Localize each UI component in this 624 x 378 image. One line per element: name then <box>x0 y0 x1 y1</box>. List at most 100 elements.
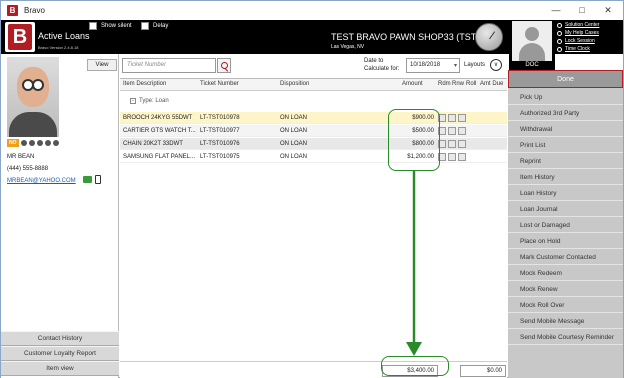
view-button[interactable]: View <box>87 59 117 71</box>
item-view-button[interactable]: Item view <box>1 361 119 376</box>
col-item-description[interactable]: Item Description <box>123 81 166 87</box>
col-roll[interactable]: Roll <box>466 81 476 87</box>
customer-photo <box>7 57 59 137</box>
renew-checkbox[interactable] <box>448 114 456 122</box>
link-label: Time Clock <box>565 46 590 52</box>
app-window: B Bravo — □ ✕ B Active Loans Bravo Versi… <box>0 0 624 378</box>
date-value: 10/18/2018 <box>410 62 441 68</box>
mark-customer-contacted-button[interactable]: Mark Customer Contacted <box>508 250 623 265</box>
email-icon[interactable] <box>83 176 92 183</box>
mobile-phone-icon[interactable] <box>95 175 101 184</box>
mock-roll-over-button[interactable]: Mock Roll Over <box>508 298 623 313</box>
col-amount[interactable]: Amount <box>402 81 423 87</box>
ticket-number: LT-TST010977 <box>200 128 240 134</box>
close-icon[interactable]: ✕ <box>601 3 615 17</box>
arrow-head <box>406 342 422 356</box>
time-clock-link[interactable]: Time Clock <box>557 45 623 53</box>
renew-checkbox[interactable] <box>448 140 456 148</box>
actions-panel: Done Pick Up Authorized 3rd Party Withdr… <box>508 70 623 378</box>
mock-renew-button[interactable]: Mock Renew <box>508 282 623 297</box>
minimize-icon[interactable]: — <box>549 3 563 17</box>
renew-checkbox[interactable] <box>448 153 456 161</box>
roll-checkbox[interactable] <box>458 153 466 161</box>
table-row[interactable]: BROOCH 24KYG 55DWT LT-TST010978 ON LOAN … <box>120 112 507 124</box>
send-mobile-message-button[interactable]: Send Mobile Message <box>508 314 623 329</box>
rating-dot-icon <box>36 140 43 146</box>
ticket-number-input[interactable]: Ticket Number <box>122 58 216 73</box>
authorized-3rd-party-button[interactable]: Authorized 3rd Party <box>508 106 623 121</box>
col-rdm[interactable]: Rdm <box>438 81 451 87</box>
photo-body <box>9 112 57 137</box>
loyalty-rating: NO <box>7 139 59 147</box>
delay-checkbox[interactable]: Delay <box>141 22 168 30</box>
collapse-icon[interactable]: − <box>130 98 136 104</box>
loan-history-button[interactable]: Loan History <box>508 186 623 201</box>
loan-journal-button[interactable]: Loan Journal <box>508 202 623 217</box>
app-name: Active Loans <box>38 31 90 41</box>
item-history-button[interactable]: Item History <box>508 170 623 185</box>
disposition: ON LOAN <box>280 141 308 147</box>
disposition: ON LOAN <box>280 154 308 160</box>
callout-arrow <box>406 171 422 356</box>
roll-checkbox[interactable] <box>458 140 466 148</box>
help-cases-link[interactable]: My Help Cases <box>557 29 623 37</box>
contact-history-button[interactable]: Contact History <box>1 331 119 346</box>
table-row[interactable]: CARTIER GTS WATCH T... LT-TST010977 ON L… <box>120 125 507 137</box>
amounts-callout <box>388 109 440 171</box>
rating-dot-icon <box>28 140 35 146</box>
app-version: Bravo Version 2.4.8.18 <box>38 45 79 50</box>
calculate-date-picker[interactable]: 10/18/2018 ▾ <box>406 58 460 73</box>
user-avatar-icon <box>512 21 552 61</box>
ticket-number: LT-TST010975 <box>200 154 240 160</box>
customer-email-link[interactable]: MRBEAN@YAHOO.COM <box>7 178 76 184</box>
maximize-icon[interactable]: □ <box>575 3 589 17</box>
layouts-expand-icon[interactable]: ∨ <box>490 59 502 71</box>
group-label: Type: Loan <box>139 98 169 104</box>
delay-label: Delay <box>153 23 169 29</box>
place-on-hold-button[interactable]: Place on Hold <box>508 234 623 249</box>
done-button[interactable]: Done <box>508 70 623 88</box>
show-silent-checkbox[interactable]: Show silent <box>89 22 132 30</box>
window-title: Bravo <box>24 6 45 15</box>
shop-location: Las Vegas, NV <box>331 44 365 50</box>
search-icon[interactable] <box>217 58 231 73</box>
disposition: ON LOAN <box>280 128 308 134</box>
col-amt-due[interactable]: Amt Due <box>480 81 503 87</box>
table-row[interactable]: CHAIN 20K2T 33DWT LT-TST010976 ON LOAN $… <box>120 138 507 150</box>
reprint-button[interactable]: Reprint <box>508 154 623 169</box>
user-name: DOC <box>525 62 539 68</box>
checkbox-icon <box>141 22 149 30</box>
table-row[interactable]: SAMSUNG FLAT PANEL... LT-TST010975 ON LO… <box>120 151 507 163</box>
shop-name: TEST BRAVO PAWN SHOP33 (TST) <box>331 32 480 42</box>
withdrawal-button[interactable]: Withdrawal <box>508 122 623 137</box>
col-disposition[interactable]: Disposition <box>280 81 309 87</box>
group-row[interactable]: − Type: Loan <box>130 98 169 104</box>
bravo-logo: B <box>5 22 35 52</box>
show-silent-label: Show silent <box>101 23 132 29</box>
pick-up-button[interactable]: Pick Up <box>508 90 623 105</box>
roll-checkbox[interactable] <box>458 127 466 135</box>
lost-or-damaged-button[interactable]: Lost or Damaged <box>508 218 623 233</box>
send-mobile-courtesy-reminder-button[interactable]: Send Mobile Courtesy Reminder <box>508 330 623 345</box>
user-panel[interactable]: DOC <box>509 20 555 70</box>
item-description: CARTIER GTS WATCH T... <box>123 128 196 134</box>
app-logo-icon: B <box>7 5 18 16</box>
roll-checkbox[interactable] <box>458 114 466 122</box>
customer-loyalty-report-button[interactable]: Customer Loyalty Report <box>1 346 119 361</box>
lock-icon <box>557 38 562 44</box>
print-list-button[interactable]: Print List <box>508 138 623 153</box>
title-bar: B Bravo — □ ✕ <box>1 1 623 20</box>
renew-checkbox[interactable] <box>448 127 456 135</box>
solution-center-link[interactable]: Solution Center <box>557 21 623 29</box>
ticket-number: LT-TST010976 <box>200 141 240 147</box>
disposition: ON LOAN <box>280 115 308 121</box>
mock-redeem-button[interactable]: Mock Redeem <box>508 266 623 281</box>
col-rnw[interactable]: Rnw <box>452 81 464 87</box>
header-links: Solution Center My Help Cases Lock Sessi… <box>557 21 623 53</box>
col-ticket-number[interactable]: Ticket Number <box>200 81 239 87</box>
link-bullet-icon <box>557 22 562 28</box>
customer-panel: View NO MR BEAN (444) 555-8888 MRBEAN@YA… <box>1 54 119 378</box>
item-description: CHAIN 20K2T 33DWT <box>123 141 183 147</box>
lock-session-link[interactable]: Lock Session <box>557 37 623 45</box>
amt-due-total: $0.00 <box>460 365 506 377</box>
